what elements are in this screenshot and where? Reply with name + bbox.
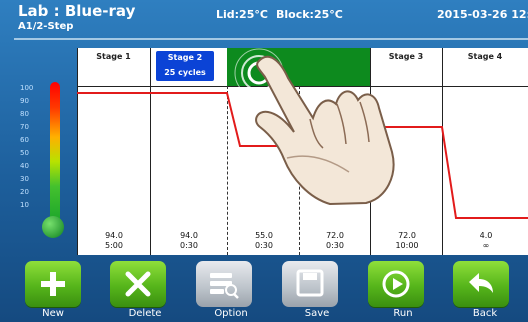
scale-label: 100 (20, 84, 34, 92)
step-time: ∞ (482, 241, 490, 250)
back-arrow-icon (469, 273, 493, 293)
run-label: Run (393, 308, 413, 319)
block-temperature: Block:25°C (276, 8, 343, 21)
step-value[interactable]: 94.0 0:30 (172, 231, 206, 251)
delete-button[interactable] (110, 261, 166, 307)
step-temp: 72.0 (398, 231, 416, 240)
thermometer-tube (50, 82, 60, 227)
app-title: Lab : Blue-ray (18, 2, 136, 20)
scale-label: 80 (20, 110, 29, 118)
lid-temperature: Lid:25°C (216, 8, 268, 21)
option-button[interactable] (196, 261, 252, 307)
scale-label: 10 (20, 201, 29, 209)
scale-label: 90 (20, 97, 29, 105)
scale-label: 50 (20, 149, 29, 157)
step-value[interactable]: 72.0 0:30 (318, 231, 352, 251)
step-time: 5:00 (105, 241, 123, 250)
step-time: 10:00 (395, 241, 419, 250)
step-temp: 72.0 (326, 231, 344, 240)
step-temp: 55.0 (255, 231, 273, 240)
save-label: Save (304, 308, 330, 319)
save-icon (296, 269, 324, 297)
scale-label: 60 (20, 136, 29, 144)
step-value[interactable]: 94.0 5:00 (97, 231, 131, 251)
x-icon (125, 271, 151, 297)
run-button[interactable] (368, 261, 424, 307)
save-button[interactable] (282, 261, 338, 307)
step-value[interactable]: 72.0 10:00 (390, 231, 424, 251)
thermometer-icon (42, 82, 66, 240)
option-label: Option (214, 308, 248, 319)
step-temp: 4.0 (479, 231, 493, 240)
scale-label: 70 (20, 123, 29, 131)
play-icon (382, 270, 410, 298)
datetime: 2015-03-26 12:28 (437, 8, 528, 21)
thermometer-bulb (42, 216, 64, 238)
new-label: New (42, 308, 64, 319)
option-icon (210, 273, 239, 299)
scale-label: 30 (20, 175, 29, 183)
scale-label: 40 (20, 162, 29, 170)
step-temp: 94.0 (105, 231, 123, 240)
back-label: Back (472, 308, 498, 319)
new-button[interactable] (25, 261, 81, 307)
delete-label: Delete (128, 308, 162, 319)
pointing-hand-icon (255, 55, 395, 205)
step-time: 0:30 (180, 241, 198, 250)
step-value[interactable]: 55.0 0:30 (247, 231, 281, 251)
step-temp: 94.0 (180, 231, 198, 240)
step-time: 0:30 (255, 241, 273, 250)
step-value[interactable]: 4.0 ∞ (469, 231, 503, 251)
scale-label: 20 (20, 188, 29, 196)
back-button[interactable] (453, 261, 509, 307)
temperature-scale: 100 90 80 70 60 50 40 30 20 10 (20, 82, 42, 232)
step-time: 0:30 (326, 241, 344, 250)
protocol-subtitle: A1/2-Step (18, 21, 74, 32)
plus-icon (41, 272, 65, 296)
